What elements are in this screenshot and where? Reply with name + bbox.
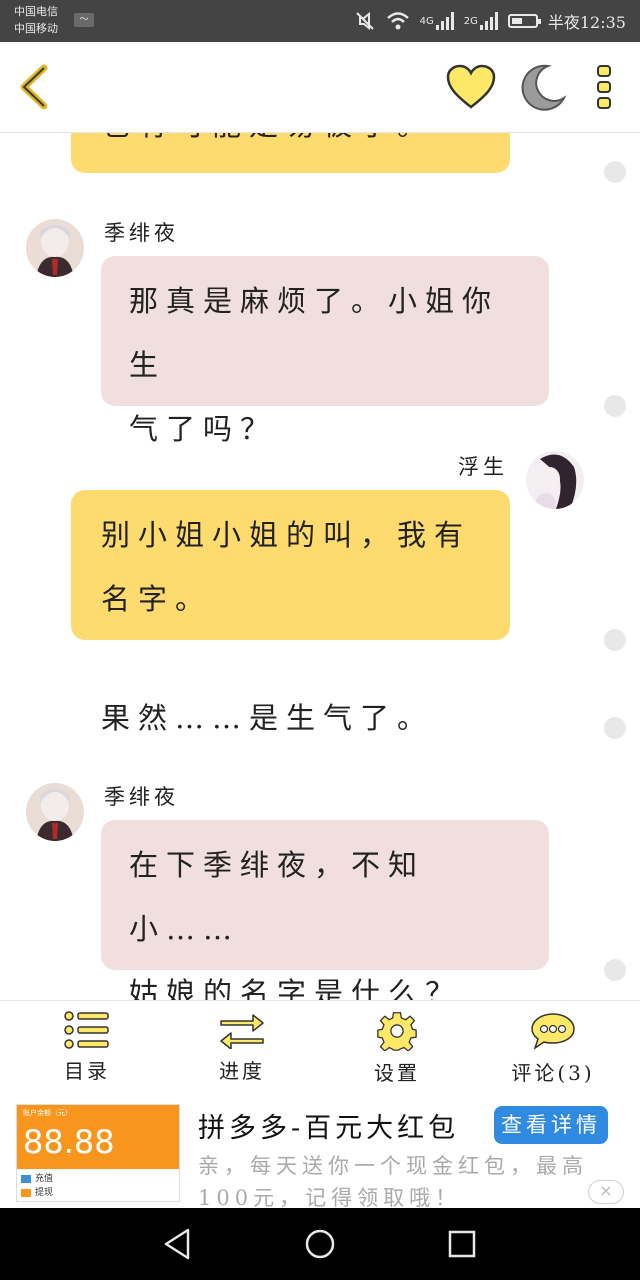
carrier-2: 中国移动 — [14, 22, 58, 35]
gear-icon — [377, 1012, 417, 1051]
wifi-icon — [386, 12, 409, 30]
message-line: 姑娘的名字是什么？ — [129, 976, 463, 1000]
paragraph-marker[interactable] — [604, 717, 626, 739]
network-type-2: 2G — [463, 15, 478, 27]
nav-progress[interactable]: 进度 — [187, 1007, 297, 1091]
close-icon[interactable]: × — [588, 1180, 624, 1204]
avatar[interactable] — [26, 219, 84, 277]
battery-icon — [507, 14, 541, 28]
paragraph-marker[interactable] — [604, 959, 626, 981]
message-line: 名字。 — [101, 582, 213, 616]
avatar[interactable] — [526, 451, 584, 509]
message-bubble-partial: 也有可能是易被了。 — [71, 133, 510, 173]
ad-image-amount: 88.88 — [23, 1123, 115, 1161]
nav-label: 进度 — [219, 1059, 265, 1083]
nav-catalog[interactable]: 目录 — [32, 1007, 142, 1091]
status-icons: 4G 2G 半夜12:35 — [354, 0, 626, 42]
status-bar: 中国电信 中国移动 〜 4G 2G 半夜12:35 — [0, 0, 640, 42]
reader-toolbar: 目录 进度 设置 评论(3) — [0, 1000, 640, 1096]
message-line: 在下季绯夜，不知小…… — [129, 848, 426, 946]
nav-label: 目录 — [64, 1059, 110, 1083]
message-line: 那真是麻烦了。小姐你生 — [129, 284, 500, 382]
ad-description: 亲，每天送你一个现金红包，最高100元，记得领取哦！ — [198, 1154, 588, 1208]
nav-label: 评论(3) — [511, 1061, 595, 1085]
paragraph-marker[interactable] — [604, 161, 626, 183]
network-type-1: 4G — [419, 15, 434, 27]
comment-icon — [531, 1013, 575, 1050]
nav-label: 设置 — [374, 1061, 420, 1085]
message-bubble: 那真是麻烦了。小姐你生 气了吗？ — [101, 256, 549, 446]
back-triangle-icon[interactable] — [158, 1224, 198, 1264]
list-icon — [64, 1011, 109, 1049]
recents-square-icon[interactable] — [442, 1224, 482, 1264]
narration-text: 果然……是生气了。 — [101, 701, 435, 735]
signal-icon — [435, 12, 454, 30]
nav-comments[interactable]: 评论(3) — [498, 1007, 608, 1091]
message-line: 别小姐小姐的叫，我有 — [101, 518, 472, 552]
system-navigation-bar — [0, 1208, 640, 1280]
clock: 半夜12:35 — [547, 13, 626, 32]
heart-icon[interactable] — [446, 64, 496, 110]
mute-icon — [355, 11, 374, 31]
ad-details-button[interactable]: 查看详情 — [494, 1106, 608, 1144]
ad-image[interactable]: 账户余额（元） 88.88 充值 提现 — [16, 1104, 180, 1202]
nav-settings[interactable]: 设置 — [342, 1007, 452, 1091]
home-circle-icon[interactable] — [300, 1224, 340, 1264]
paragraph-marker[interactable] — [604, 629, 626, 651]
moon-icon[interactable] — [518, 62, 568, 112]
ad-title[interactable]: 拼多多-百元大红包 — [198, 1106, 459, 1145]
swap-arrows-icon — [220, 1014, 264, 1049]
chevron-left-icon[interactable] — [14, 62, 54, 112]
chat-area[interactable]: 也有可能是易被了。 季绯夜 那真是麻烦了。小姐你生 气了吗？ 浮生 别小姐小姐的… — [0, 133, 640, 1000]
activity-icon: 〜 — [74, 13, 94, 27]
ad-image-row: 充值 — [21, 1171, 53, 1184]
ad-image-account-label: 账户余额（元） — [23, 1109, 72, 1117]
message-bubble: 别小姐小姐的叫，我有 名字。 — [71, 490, 510, 640]
paragraph-marker[interactable] — [604, 395, 626, 417]
ad-image-row: 提现 — [21, 1185, 53, 1198]
avatar[interactable] — [26, 783, 84, 841]
ad-banner[interactable]: 账户余额（元） 88.88 充值 提现 拼多多-百元大红包 查看详情 亲，每天送… — [0, 1096, 640, 1208]
reader-header — [0, 42, 640, 133]
message-text: 也有可能是易被了。 — [101, 133, 434, 142]
message-bubble: 在下季绯夜，不知小…… 姑娘的名字是什么？ — [101, 820, 549, 1000]
carrier-info: 中国电信 中国移动 — [14, 3, 58, 37]
speaker-name: 季绯夜 — [104, 221, 179, 245]
carrier-1: 中国电信 — [14, 5, 58, 18]
speaker-name: 浮生 — [458, 455, 508, 479]
speaker-name: 季绯夜 — [104, 785, 179, 809]
more-vertical-icon[interactable] — [590, 62, 618, 112]
signal-icon-2 — [479, 12, 498, 30]
